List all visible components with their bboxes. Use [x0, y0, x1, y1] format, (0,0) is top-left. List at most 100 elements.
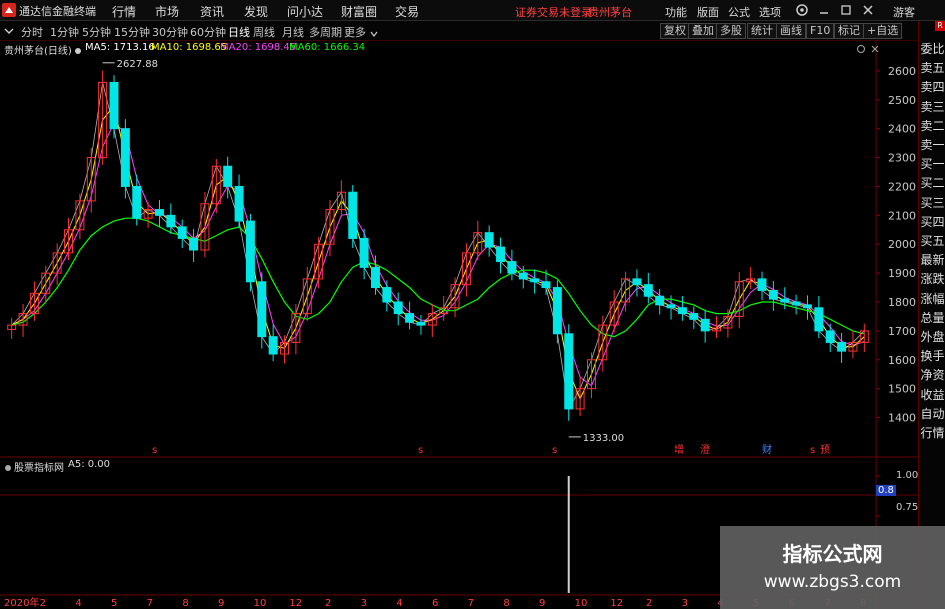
login-status[interactable]: 证券交易未登录 — [515, 4, 592, 20]
side-item-committee-ratio[interactable]: 委比 — [920, 41, 945, 58]
guest-user[interactable]: 游客 — [893, 4, 915, 20]
split-marker: s — [152, 445, 157, 456]
indicator-name: 股票指标网 — [14, 463, 64, 474]
candle-body — [405, 313, 415, 323]
candle-body — [382, 287, 392, 303]
side-item-sell-3[interactable]: 卖三 — [920, 99, 945, 116]
kline-chart[interactable]: 1400 1500 1600 1700 1800 1900 2000 2100 2200 2300… — [0, 40, 918, 609]
candle-body — [837, 341, 847, 352]
finance-marker: 财 — [762, 443, 772, 456]
candle-body — [359, 237, 369, 268]
date-tick-label: 2 — [325, 598, 331, 609]
side-item-auto[interactable]: 自动 — [920, 406, 945, 423]
side-item-buy-3[interactable]: 买三 — [920, 195, 945, 212]
period-daily[interactable]: 日线 — [228, 24, 250, 40]
side-item-buy-1[interactable]: 买一 — [920, 156, 945, 173]
period-more[interactable]: 更多 — [344, 24, 366, 40]
period-5min[interactable]: 5分钟 — [82, 24, 111, 40]
menu-quotes[interactable]: 行情 — [112, 3, 136, 20]
statistics-button[interactable]: 统计 — [747, 23, 777, 39]
price-tick-label: 2100 — [888, 209, 916, 222]
candle-body — [109, 81, 119, 130]
side-item-change-pct[interactable]: 涨幅 — [920, 291, 945, 308]
side-item-buy-5[interactable]: 买五 — [920, 233, 945, 250]
side-item-turnover[interactable]: 换手 — [920, 348, 945, 365]
date-tick-label: 12 — [610, 598, 623, 609]
side-item-sell-5[interactable]: 卖五 — [920, 60, 945, 77]
dropdown-icon[interactable] — [4, 25, 14, 35]
date-tick-label: 9 — [539, 598, 545, 609]
candle-body — [348, 191, 358, 239]
menu-trade[interactable]: 交易 — [395, 3, 419, 20]
draw-line-button[interactable]: 画线 — [776, 23, 806, 39]
period-60min[interactable]: 60分钟 — [190, 24, 226, 40]
menu-layout[interactable]: 版面 — [697, 4, 719, 20]
candle-body — [223, 165, 233, 187]
period-monthly[interactable]: 月线 — [282, 24, 304, 40]
minimize-icon[interactable] — [817, 3, 831, 17]
price-tick-label: 1500 — [888, 383, 916, 396]
legend-ma10: MA10: 1698.65 — [151, 42, 228, 53]
menu-market[interactable]: 市场 — [155, 3, 179, 20]
add-watchlist-button[interactable]: +自选 — [863, 23, 903, 39]
max-price-label: 2627.88 — [117, 59, 158, 70]
menu-options[interactable]: 选项 — [759, 4, 781, 20]
candle-body — [496, 246, 506, 263]
legend-ma60: MA60: 1666.34 — [289, 42, 366, 53]
price-tick-label: 1700 — [888, 325, 916, 338]
period-1min[interactable]: 1分钟 — [50, 24, 79, 40]
legend-ma5: MA5: 1713.16 — [85, 42, 155, 53]
side-item-change[interactable]: 涨跌 — [920, 271, 945, 288]
mark-button[interactable]: 标记 — [834, 23, 864, 39]
side-item-latest[interactable]: 最新 — [920, 252, 945, 269]
adjust-button[interactable]: 复权 — [660, 23, 690, 39]
candle-body — [666, 304, 676, 309]
multi-stock-button[interactable]: 多股 — [716, 23, 746, 39]
date-tick-label: 2 — [646, 598, 652, 609]
candle-body — [132, 185, 142, 219]
menu-wealth-circle[interactable]: 财富圈 — [341, 3, 377, 20]
watermark-banner: 指标公式网 www.zbgs3.com — [720, 526, 945, 609]
side-item-earnings[interactable]: 收益 — [920, 387, 945, 404]
close-icon[interactable] — [861, 3, 875, 17]
period-multi[interactable]: 多周期 — [309, 24, 342, 40]
period-intraday[interactable]: 分时 — [21, 24, 43, 40]
side-item-net-asset[interactable]: 净资 — [920, 367, 945, 384]
side-item-sell-4[interactable]: 卖四 — [920, 79, 945, 96]
menu-discover[interactable]: 发现 — [244, 3, 268, 20]
indicator-dot-icon — [4, 461, 12, 471]
indicator-axis-current: 0.8 — [876, 485, 896, 496]
maximize-icon[interactable] — [839, 3, 853, 17]
ma10-line — [11, 104, 865, 401]
candle-body — [700, 318, 710, 332]
side-item-volume[interactable]: 总量 — [920, 310, 945, 327]
price-tick-label: 1900 — [888, 267, 916, 280]
ma60-line — [11, 217, 865, 338]
chart-settings-icon[interactable] — [856, 43, 866, 53]
period-30min[interactable]: 30分钟 — [152, 24, 188, 40]
period-weekly[interactable]: 周线 — [253, 24, 275, 40]
overlay-button[interactable]: 叠加 — [688, 23, 718, 39]
more-arrow-icon[interactable] — [370, 27, 378, 37]
side-item-outer-volume[interactable]: 外盘 — [920, 329, 945, 346]
menu-news[interactable]: 资讯 — [200, 3, 224, 20]
ma5-line — [11, 82, 865, 411]
side-badge[interactable]: R — [935, 21, 945, 31]
f10-button[interactable]: F10 — [806, 23, 835, 39]
candle-body — [689, 313, 699, 320]
side-item-sell-2[interactable]: 卖二 — [920, 118, 945, 135]
side-item-quotes[interactable]: 行情 — [920, 425, 945, 442]
settings-icon[interactable] — [795, 3, 809, 17]
date-tick-label: 3 — [361, 598, 367, 609]
menu-function[interactable]: 功能 — [665, 4, 687, 20]
period-15min[interactable]: 15分钟 — [114, 24, 150, 40]
chart-close-icon[interactable] — [870, 43, 880, 53]
menu-formula[interactable]: 公式 — [728, 4, 750, 20]
side-item-buy-4[interactable]: 买四 — [920, 214, 945, 231]
side-item-buy-2[interactable]: 买二 — [920, 175, 945, 192]
price-tick-label: 2500 — [888, 94, 916, 107]
menu-ask-xiaoda[interactable]: 问小达 — [287, 3, 323, 20]
date-tick-label: 4 — [396, 598, 402, 609]
candle-body — [177, 226, 187, 239]
side-item-sell-1[interactable]: 卖一 — [920, 137, 945, 154]
